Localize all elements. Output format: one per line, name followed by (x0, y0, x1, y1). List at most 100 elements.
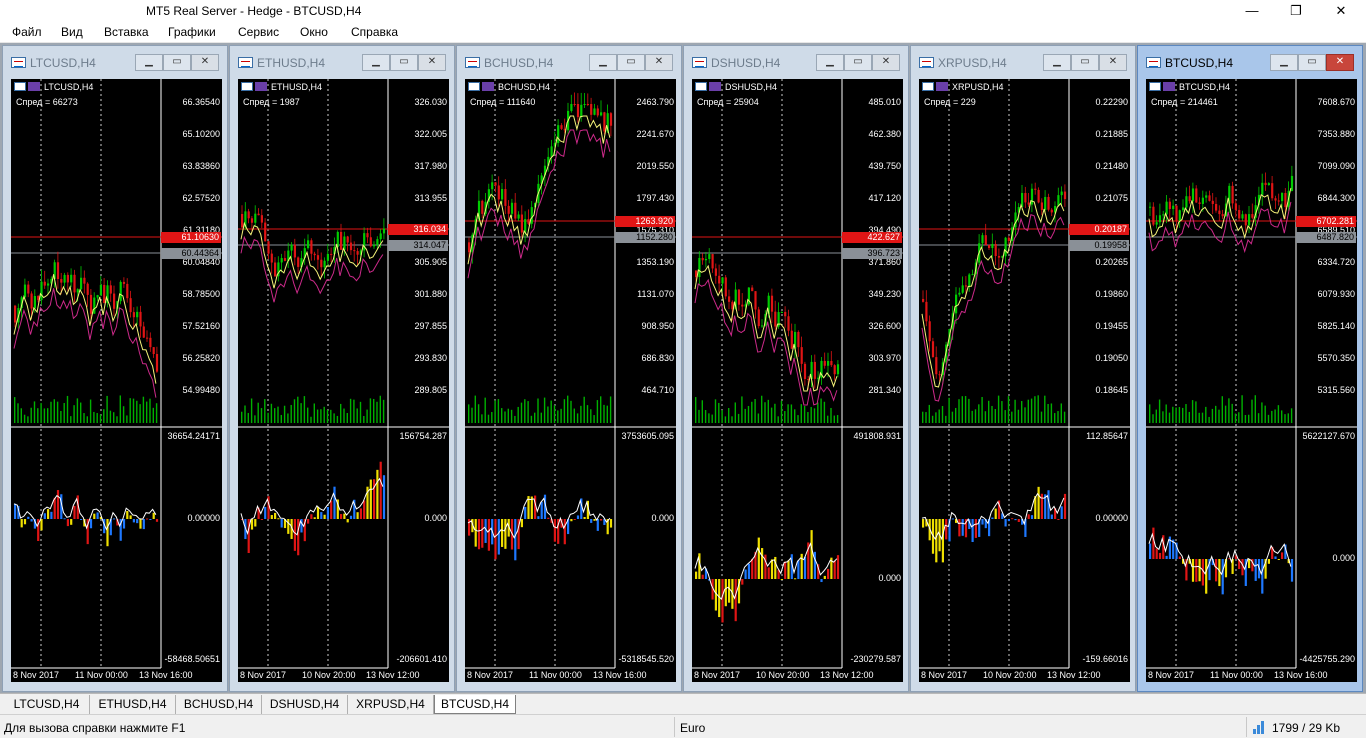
menu-window[interactable]: Окно (300, 25, 328, 39)
restore-button[interactable]: ❐ (1273, 0, 1319, 23)
chart-window-caption[interactable]: XRPUSD,H4 ▁ ▭ ✕ (911, 46, 1135, 72)
candle-body (1185, 196, 1188, 208)
menu-help[interactable]: Справка (351, 25, 398, 39)
price-axis-label: 0.21885 (1095, 129, 1128, 139)
chart-window[interactable]: BCHUSD,H4 ▁ ▭ ✕ BCHUSD,H4 Спред = 111640 2463.… (456, 45, 682, 692)
window-minimize-button[interactable]: ▁ (589, 54, 617, 71)
price-chart[interactable]: LTCUSD,H4 Спред = 66273 66.36540 65.10200 63… (11, 79, 222, 682)
candle-body (326, 253, 329, 261)
window-close-button[interactable]: ✕ (645, 54, 673, 71)
candle-body (1211, 200, 1214, 204)
chart-window-caption[interactable]: BCHUSD,H4 ▁ ▭ ✕ (457, 46, 681, 72)
window-minimize-button[interactable]: ▁ (816, 54, 844, 71)
macd-bar (1004, 519, 1007, 527)
candle-body (754, 291, 757, 310)
window-minimize-button[interactable]: ▁ (135, 54, 163, 71)
window-restore-button[interactable]: ▭ (390, 54, 418, 71)
window-close-button[interactable]: ✕ (1326, 54, 1354, 71)
price-axis-label: 313.955 (414, 193, 447, 203)
window-close-button[interactable]: ✕ (191, 54, 219, 71)
candle-body (922, 298, 925, 302)
tab-dshusd[interactable]: DSHUSD,H4 (262, 695, 348, 714)
chart-symbol-header: ETHUSD,H4 (241, 82, 322, 92)
chart-window[interactable]: LTCUSD,H4 ▁ ▭ ✕ LTCUSD,H4 Спред = 66273 66.365… (2, 45, 228, 692)
chart-window[interactable]: XRPUSD,H4 ▁ ▭ ✕ XRPUSD,H4 Спред = 229 0.22290 0… (910, 45, 1136, 692)
candle-body (1050, 209, 1053, 213)
price-chart[interactable]: XRPUSD,H4 Спред = 229 0.22290 0.21885 0.2148… (919, 79, 1130, 682)
menu-insert[interactable]: Вставка (104, 25, 149, 39)
chart-window[interactable]: BTCUSD,H4 ▁ ▭ ✕ BTCUSD,H4 Спред = 214461 7608.… (1137, 45, 1363, 692)
chart-window-caption[interactable]: BTCUSD,H4 ▁ ▭ ✕ (1138, 46, 1362, 72)
menu-service[interactable]: Сервис (238, 25, 279, 39)
volume-bar (586, 405, 589, 423)
macd-bar (1267, 559, 1270, 564)
volume-bar (1254, 395, 1256, 423)
close-button[interactable]: ✕ (1318, 0, 1364, 23)
volume-bar (1040, 411, 1043, 423)
status-profile: Euro (680, 721, 706, 735)
volume-bar (50, 401, 52, 423)
chart-window[interactable]: DSHUSD,H4 ▁ ▭ ✕ DSHUSD,H4 Спред = 25904 485.01… (683, 45, 909, 692)
volume-bar (1287, 413, 1289, 423)
chart-window-icon (692, 57, 707, 68)
volume-bar (43, 408, 46, 423)
volume-bar (922, 411, 924, 423)
candle-body (1267, 183, 1270, 186)
menu-charts[interactable]: Графики (168, 25, 216, 39)
window-restore-button[interactable]: ▭ (1071, 54, 1099, 71)
candle-body (346, 236, 349, 243)
chart-window-caption[interactable]: ETHUSD,H4 ▁ ▭ ✕ (230, 46, 454, 72)
volume-bar (534, 412, 536, 423)
price-axis-label: 908.950 (641, 321, 674, 331)
volume-bar (1277, 405, 1280, 423)
window-minimize-button[interactable]: ▁ (1270, 54, 1298, 71)
macd-axis-label: 156754.287 (399, 431, 447, 441)
volume-bar (530, 415, 533, 423)
volume-bar (978, 404, 980, 423)
price-chart[interactable]: BCHUSD,H4 Спред = 111640 2463.790 2241.670 2… (465, 79, 676, 682)
spread-label: Спред = 1987 (243, 97, 300, 107)
volume-bar (66, 395, 69, 423)
chart-window-caption[interactable]: DSHUSD,H4 ▁ ▭ ✕ (684, 46, 908, 72)
menu-view[interactable]: Вид (61, 25, 83, 39)
tab-bchusd[interactable]: BCHUSD,H4 (176, 695, 262, 714)
macd-bar (287, 519, 290, 534)
volume-bar (70, 416, 72, 423)
minimize-button[interactable]: — (1229, 0, 1275, 23)
candle-body (1182, 207, 1185, 211)
window-restore-button[interactable]: ▭ (617, 54, 645, 71)
volume-bar (346, 413, 348, 423)
window-close-button[interactable]: ✕ (1099, 54, 1127, 71)
tab-btcusd[interactable]: BTCUSD,H4 (434, 695, 516, 714)
chart-window[interactable]: ETHUSD,H4 ▁ ▭ ✕ ETHUSD,H4 Спред = 1987 326.030… (229, 45, 455, 692)
candle-body (1218, 210, 1221, 215)
window-minimize-button[interactable]: ▁ (1043, 54, 1071, 71)
candle-body (1178, 210, 1181, 222)
tab-ethusd[interactable]: ETHUSD,H4 (90, 695, 176, 714)
chart-symbol-label: DSHUSD,H4 (725, 82, 778, 92)
volume-bar (83, 413, 85, 423)
volume-bar (297, 396, 299, 423)
window-minimize-button[interactable]: ▁ (362, 54, 390, 71)
window-close-button[interactable]: ✕ (418, 54, 446, 71)
window-restore-button[interactable]: ▭ (163, 54, 191, 71)
price-chart[interactable]: ETHUSD,H4 Спред = 1987 326.030 322.005 317.9… (238, 79, 449, 682)
macd-bar (971, 519, 974, 543)
macd-bar (56, 490, 60, 519)
macd-bar (951, 518, 954, 520)
menu-file[interactable]: Файл (12, 25, 42, 39)
macd-bar (784, 561, 787, 579)
window-restore-button[interactable]: ▭ (844, 54, 872, 71)
price-chart[interactable]: BTCUSD,H4 Спред = 214461 7608.670 7353.880 7… (1146, 79, 1357, 682)
price-chart[interactable]: DSHUSD,H4 Спред = 25904 485.010 462.380 439.… (692, 79, 903, 682)
volume-bar (280, 414, 282, 423)
volume-bar (260, 408, 263, 423)
volume-bar (704, 410, 707, 423)
signal-bars-icon[interactable] (1252, 719, 1266, 735)
tab-ltcusd[interactable]: LTCUSD,H4 (4, 695, 90, 714)
tab-xrpusd[interactable]: XRPUSD,H4 (348, 695, 434, 714)
window-close-button[interactable]: ✕ (872, 54, 900, 71)
volume-bar (1044, 395, 1046, 423)
window-restore-button[interactable]: ▭ (1298, 54, 1326, 71)
chart-window-caption[interactable]: LTCUSD,H4 ▁ ▭ ✕ (3, 46, 227, 72)
